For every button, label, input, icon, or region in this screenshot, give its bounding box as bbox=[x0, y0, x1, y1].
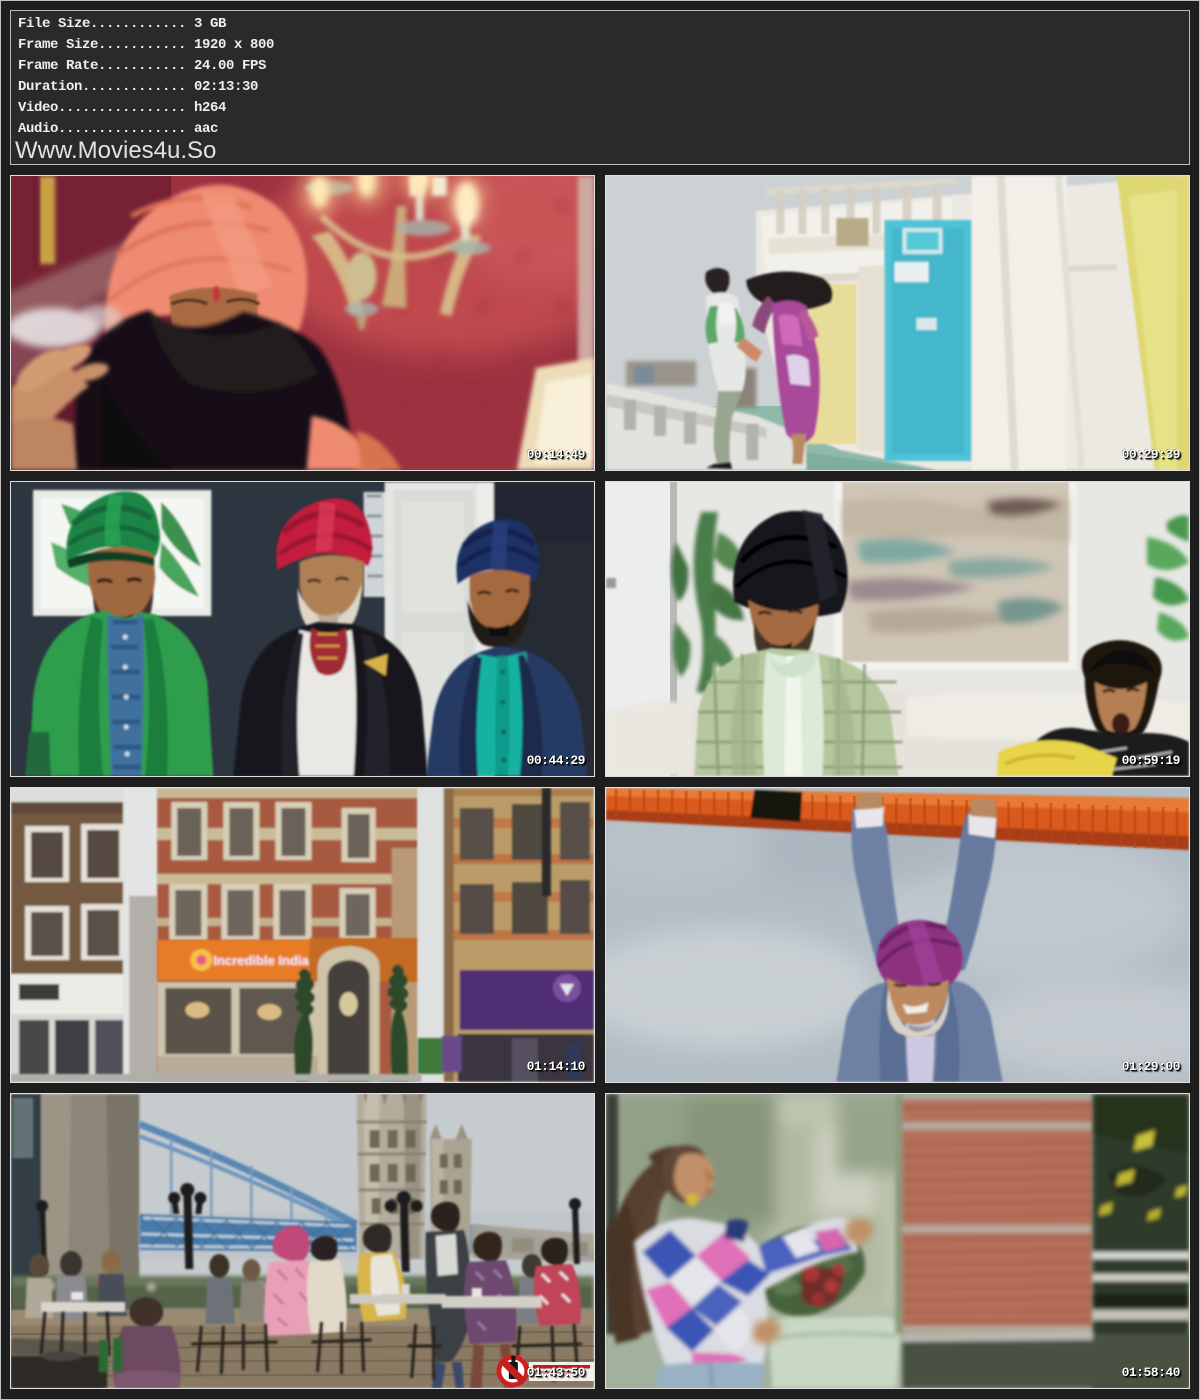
svg-text:Incredible India: Incredible India bbox=[213, 953, 309, 968]
